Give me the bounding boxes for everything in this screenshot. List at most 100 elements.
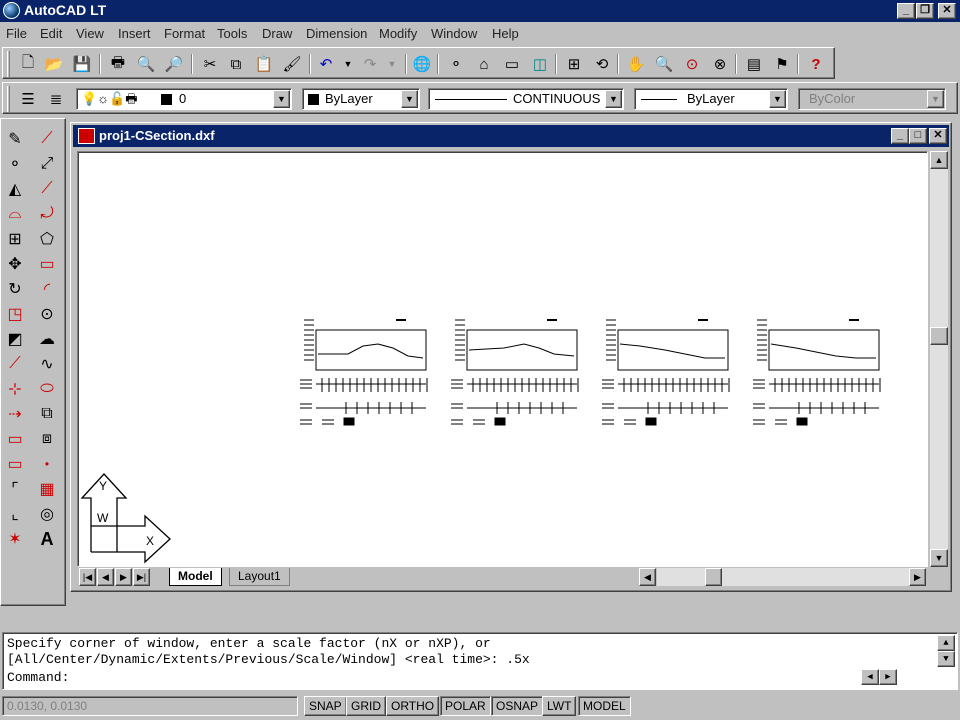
- zoom-previous-icon[interactable]: ⊗: [709, 53, 731, 75]
- hatch-icon[interactable]: ▦: [35, 477, 59, 501]
- menu-edit[interactable]: Edit: [40, 26, 62, 41]
- today-globe-icon[interactable]: 🌐: [411, 53, 433, 75]
- point-icon[interactable]: •: [35, 452, 59, 476]
- construction-line-icon[interactable]: ⤢: [35, 152, 59, 176]
- trim-icon[interactable]: ⊹: [3, 377, 27, 401]
- tab-first-button[interactable]: |◀: [79, 568, 96, 586]
- revision-cloud-icon[interactable]: ☁: [35, 327, 59, 351]
- chamfer-icon[interactable]: ⌜: [3, 477, 27, 501]
- command-window[interactable]: Specify corner of window, enter a scale …: [2, 632, 958, 690]
- fillet-icon[interactable]: ⌞: [3, 502, 27, 526]
- insert-block-icon[interactable]: ⧉: [35, 402, 59, 426]
- menu-modify[interactable]: Modify: [379, 26, 417, 41]
- command-prompt[interactable]: Command:: [7, 670, 69, 685]
- extend-icon[interactable]: ⇢: [3, 402, 27, 426]
- menu-draw[interactable]: Draw: [262, 26, 292, 41]
- tab-model[interactable]: Model: [169, 568, 222, 586]
- redo-dropdown-icon[interactable]: ▼: [381, 53, 403, 75]
- paste-icon[interactable]: 📋: [253, 53, 275, 75]
- object-snap-icon[interactable]: ⚬: [445, 53, 467, 75]
- spline-icon[interactable]: ∿: [35, 352, 59, 376]
- menu-window[interactable]: Window: [431, 26, 477, 41]
- scroll-up-button[interactable]: ▲: [930, 151, 948, 169]
- osnap-toggle[interactable]: OSNAP: [491, 696, 544, 716]
- tiled-viewports-icon[interactable]: ⊞: [563, 53, 585, 75]
- cmd-hscroll-right-button[interactable]: ▶: [879, 669, 897, 685]
- close-button[interactable]: ✕: [938, 3, 956, 19]
- copy-object-icon[interactable]: ⚬: [3, 152, 27, 176]
- erase-icon[interactable]: ✎: [3, 127, 27, 151]
- menu-dimension[interactable]: Dimension: [306, 26, 367, 41]
- line-icon[interactable]: ⟋: [35, 127, 59, 151]
- help-icon[interactable]: ?: [805, 53, 827, 75]
- lineweight-combo[interactable]: ByLayer ▼: [634, 88, 788, 110]
- redraw-icon[interactable]: ⟲: [591, 53, 613, 75]
- linetype-combo[interactable]: CONTINUOUS ▼: [428, 88, 624, 110]
- make-layer-current-icon[interactable]: ☰: [17, 88, 39, 110]
- cmd-scroll-up-button[interactable]: ▲: [937, 635, 955, 651]
- polyline-icon[interactable]: ⟋: [35, 177, 59, 201]
- zoom-realtime-icon[interactable]: 🔍: [653, 53, 675, 75]
- menu-file[interactable]: File: [6, 26, 27, 41]
- open-folder-icon[interactable]: 📂: [43, 53, 65, 75]
- ellipse-icon[interactable]: ⬭: [35, 377, 59, 401]
- restore-button[interactable]: ❐: [916, 3, 934, 19]
- break-at-point-icon[interactable]: ▭: [3, 452, 27, 476]
- arc-icon[interactable]: ◜: [35, 277, 59, 301]
- tab-last-button[interactable]: ▶|: [133, 568, 150, 586]
- scroll-down-button[interactable]: ▼: [930, 549, 948, 567]
- zoom-window-icon[interactable]: ⊙: [681, 53, 703, 75]
- spelling-icon[interactable]: 🔎: [163, 53, 185, 75]
- menu-format[interactable]: Format: [164, 26, 205, 41]
- tab-prev-button[interactable]: ◀: [97, 568, 114, 586]
- ortho-toggle[interactable]: ORTHO: [386, 696, 440, 716]
- drawing-title-bar[interactable]: proj1-CSection.dxf _ □ ✕: [73, 125, 949, 147]
- menu-view[interactable]: View: [76, 26, 104, 41]
- named-views-icon[interactable]: ◫: [529, 53, 551, 75]
- scale-icon[interactable]: ◳: [3, 302, 27, 326]
- polygon-icon[interactable]: ⤾: [35, 202, 59, 226]
- coordinate-readout[interactable]: 0.0130, 0.0130: [2, 696, 298, 716]
- rectangle-icon[interactable]: ▭: [35, 252, 59, 276]
- lengthen-icon[interactable]: ⟋: [3, 352, 27, 376]
- color-combo[interactable]: ByLayer ▼: [302, 88, 420, 110]
- undo-icon[interactable]: ↶: [315, 53, 337, 75]
- ucs-icon[interactable]: ⌂: [473, 53, 495, 75]
- distance-icon[interactable]: ▭: [501, 53, 523, 75]
- undo-dropdown-icon[interactable]: ▼: [337, 53, 359, 75]
- grid-toggle[interactable]: GRID: [346, 696, 386, 716]
- save-icon[interactable]: 💾: [71, 53, 93, 75]
- design-center-icon[interactable]: ⚑: [771, 53, 793, 75]
- drawing-canvas[interactable]: Y W X: [77, 151, 928, 567]
- stretch-icon[interactable]: ◩: [3, 327, 27, 351]
- pentagon-icon[interactable]: ⬠: [35, 227, 59, 251]
- cmd-scroll-down-button[interactable]: ▼: [937, 651, 955, 667]
- redo-icon[interactable]: ↷: [359, 53, 381, 75]
- array-icon[interactable]: ⊞: [3, 227, 27, 251]
- model-toggle[interactable]: MODEL: [578, 696, 631, 716]
- offset-icon[interactable]: ⌓: [3, 202, 27, 226]
- new-file-icon[interactable]: 🗋: [17, 53, 39, 75]
- circle-icon[interactable]: ⊙: [35, 302, 59, 326]
- hscroll-right-button[interactable]: ▶: [909, 568, 926, 586]
- horizontal-scroll-track[interactable]: [657, 568, 909, 586]
- menu-tools[interactable]: Tools: [217, 26, 247, 41]
- app-title-bar[interactable]: AutoCAD LT _ ❐ ✕: [0, 0, 960, 22]
- minimize-button[interactable]: _: [897, 3, 915, 19]
- chevron-down-icon[interactable]: ▼: [273, 90, 290, 108]
- cut-icon[interactable]: ✂: [199, 53, 221, 75]
- layers-icon[interactable]: ≣: [45, 88, 67, 110]
- layer-combo[interactable]: 💡☼🔓🖶 0 ▼: [76, 88, 292, 110]
- hscroll-left-button[interactable]: ◀: [639, 568, 656, 586]
- cmd-hscroll-left-button[interactable]: ◀: [861, 669, 879, 685]
- chevron-down-icon[interactable]: ▼: [769, 90, 786, 108]
- drawing-close-button[interactable]: ✕: [929, 128, 947, 144]
- pan-realtime-icon[interactable]: ✋: [625, 53, 647, 75]
- match-properties-icon[interactable]: 🖌: [281, 53, 303, 75]
- polar-toggle[interactable]: POLAR: [440, 696, 491, 716]
- move-icon[interactable]: ✥: [3, 252, 27, 276]
- snap-toggle[interactable]: SNAP: [304, 696, 347, 716]
- chevron-down-icon[interactable]: ▼: [401, 90, 418, 108]
- toolbar-grip[interactable]: [7, 51, 10, 77]
- region-icon[interactable]: ◎: [35, 502, 59, 526]
